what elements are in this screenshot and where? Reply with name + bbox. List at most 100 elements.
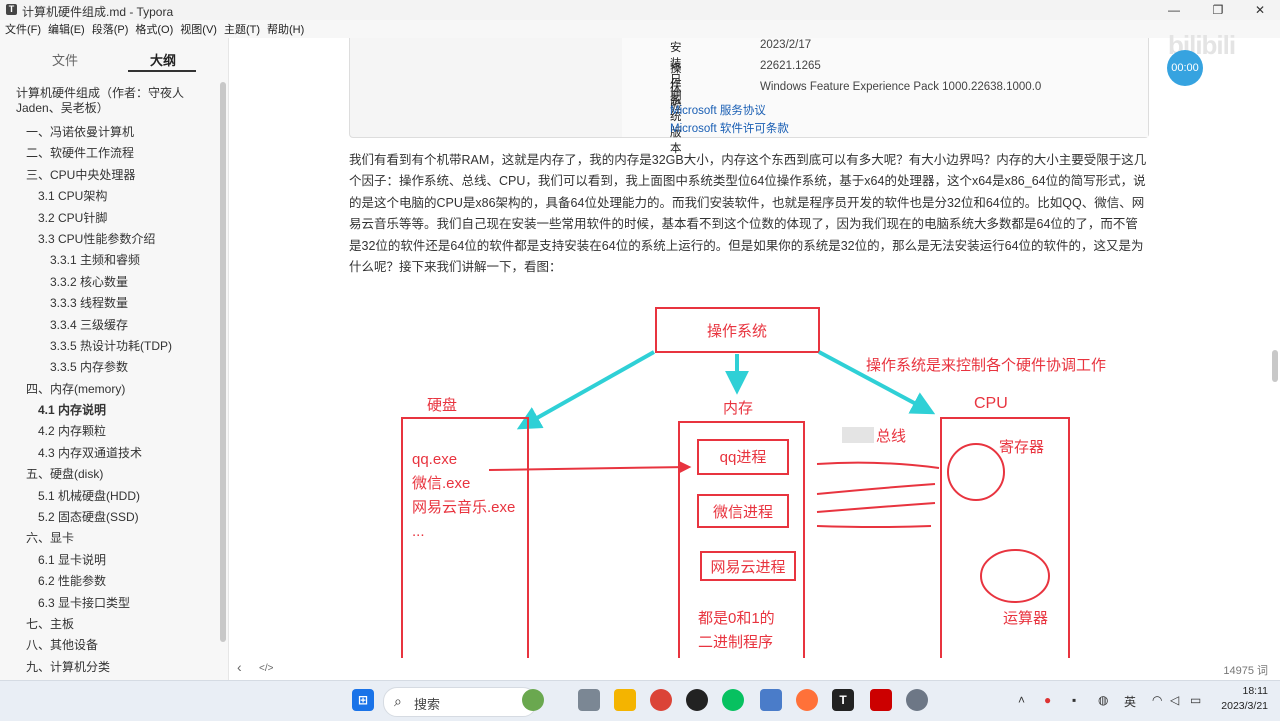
outline-item[interactable]: 6.1 显卡说明: [0, 550, 218, 571]
active-tab-underline: [128, 70, 196, 72]
video-timer-badge[interactable]: 00:00: [1167, 50, 1203, 86]
bus-line: [816, 525, 932, 528]
memory-label: 内存: [723, 400, 753, 417]
service-agreement-link[interactable]: Microsoft 服务协议: [670, 102, 766, 118]
outline-item[interactable]: 3.3.3 线程数量: [0, 293, 218, 314]
clock-time: 18:11: [1242, 685, 1269, 697]
volume-icon[interactable]: ◁: [1170, 693, 1179, 707]
outline-item[interactable]: 3.3 CPU性能参数介绍: [0, 229, 218, 250]
outline-item[interactable]: 九、计算机分类: [0, 657, 218, 678]
license-terms-link[interactable]: Microsoft 软件许可条款: [670, 120, 789, 136]
status-bar: ‹ </> 14975 词: [229, 658, 1280, 680]
firefox-icon[interactable]: [796, 689, 818, 711]
outline-item[interactable]: 5.1 机械硬盘(HDD): [0, 486, 218, 507]
menu-bar: 文件(F) 编辑(E) 段落(P) 格式(O) 视图(V) 主题(T) 帮助(H): [0, 20, 1280, 38]
title-bar: T 计算机硬件组成.md - Typora — ❐ ✕: [0, 0, 1280, 20]
binary-note-line1: 都是0和1的: [698, 610, 775, 627]
bus-label-highlight: [842, 427, 874, 443]
tab-files[interactable]: 文件: [52, 50, 78, 69]
qq-icon[interactable]: [686, 689, 708, 711]
chevron-up-icon[interactable]: ˄: [1018, 693, 1025, 707]
menu-item[interactable]: 主题(T): [219, 21, 262, 39]
process-netease: 网易云进程: [710, 559, 785, 576]
close-button[interactable]: ✕: [1240, 0, 1280, 20]
alu-circle: [980, 549, 1050, 603]
cpu-box: [940, 417, 1070, 680]
register-label: 寄存器: [999, 438, 1044, 456]
system-info-screenshot: 安装日期 2023/2/17 操作系统版本 22621.1265 体验 Wind…: [349, 38, 1149, 155]
file-wechat: 微信.exe: [412, 475, 470, 492]
input-language[interactable]: 英: [1124, 693, 1136, 710]
outline-item[interactable]: 4.1 内存说明: [0, 400, 218, 421]
outline-item[interactable]: 二、软硬件工作流程: [0, 143, 218, 164]
taskbar-clock[interactable]: 18:11 2023/3/21: [1212, 684, 1268, 714]
typora-taskbar-icon[interactable]: T: [832, 689, 854, 711]
word-count[interactable]: 14975 词: [1223, 662, 1268, 678]
chrome-icon[interactable]: [650, 689, 672, 711]
editor-scrollbar[interactable]: [1272, 350, 1278, 382]
tab-outline[interactable]: 大纲: [150, 50, 176, 69]
outline-item[interactable]: 八、其他设备: [0, 635, 218, 656]
wifi-icon[interactable]: ◠: [1152, 693, 1162, 707]
menu-item[interactable]: 帮助(H): [262, 21, 306, 39]
back-icon[interactable]: ‹: [237, 659, 242, 675]
menu-item[interactable]: 视图(V): [175, 21, 219, 39]
outline-item[interactable]: 计算机硬件组成（作者：守夜人Jaden、吴老板）: [0, 86, 218, 122]
bus-line: [816, 483, 936, 495]
bus-line: [816, 461, 940, 469]
bus-label: 总线: [876, 428, 906, 445]
minimize-button[interactable]: —: [1154, 0, 1194, 20]
os-to-disk-arrow: [516, 350, 655, 430]
outline-item[interactable]: 3.2 CPU针脚: [0, 208, 218, 229]
search-label: 搜索: [414, 697, 441, 712]
outline-item[interactable]: 3.3.4 三级缓存: [0, 315, 218, 336]
menu-item[interactable]: 文件(F): [0, 21, 43, 39]
menu-item[interactable]: 段落(P): [87, 21, 131, 39]
outline-list: 计算机硬件组成（作者：守夜人Jaden、吴老板） 一、冯诺依曼计算机 二、软硬件工作…: [0, 86, 218, 678]
source-code-icon[interactable]: </>: [259, 663, 273, 674]
outline-item[interactable]: 三、CPU中央处理器: [0, 165, 218, 186]
outline-item[interactable]: 一、冯诺依曼计算机: [0, 122, 218, 143]
outline-item[interactable]: 4.2 内存颗粒: [0, 421, 218, 442]
menu-item[interactable]: 格式(O): [130, 21, 175, 39]
register-circle: [947, 443, 1005, 501]
windows-start-icon[interactable]: ⊞: [352, 689, 374, 711]
outline-item[interactable]: 3.3.1 主频和睿频: [0, 250, 218, 271]
memory-diagram: 操作系统 操作系统是来控制各个硬件协调工作 硬盘 qq.exe 微信.exe 网…: [401, 307, 1106, 680]
outline-item[interactable]: 六、显卡: [0, 528, 218, 549]
file-explorer-icon[interactable]: [614, 689, 636, 711]
taskbar-search[interactable]: ⌕ 搜索: [383, 687, 537, 717]
os-note: 操作系统是来控制各个硬件协调工作: [866, 357, 1106, 374]
outline-item[interactable]: 3.3.5 内存参数: [0, 357, 218, 378]
body-paragraph: 我们有看到有个机带RAM，这就是内存了，我的内存是32GB大小，内存这个东西到底…: [349, 153, 1147, 275]
pdf-reader-icon[interactable]: [870, 689, 892, 711]
outline-item[interactable]: 四、内存(memory): [0, 379, 218, 400]
outline-item[interactable]: 七、主板: [0, 614, 218, 635]
task-view-icon[interactable]: [578, 689, 600, 711]
outline-item[interactable]: 4.3 内存双通道技术: [0, 443, 218, 464]
menu-item[interactable]: 编辑(E): [43, 21, 87, 39]
outline-item[interactable]: 6.3 显卡接口类型: [0, 593, 218, 614]
sidebar-scrollbar[interactable]: [220, 82, 226, 642]
microphone-icon[interactable]: ◍: [1098, 693, 1108, 707]
restore-button[interactable]: ❐: [1198, 0, 1238, 20]
outline-item[interactable]: 3.3.5 热设计功耗(TDP): [0, 336, 218, 357]
outline-item[interactable]: 五、硬盘(disk): [0, 464, 218, 485]
widgets-icon[interactable]: [522, 689, 544, 711]
alu-label: 运算器: [1003, 609, 1048, 627]
wechat-icon[interactable]: [722, 689, 744, 711]
outline-item[interactable]: 5.2 固态硬盘(SSD): [0, 507, 218, 528]
outline-item[interactable]: 3.3.2 核心数量: [0, 272, 218, 293]
bus-line: [816, 502, 936, 513]
os-label: 操作系统: [707, 323, 767, 340]
tray-app-icon[interactable]: ▪: [1072, 693, 1076, 707]
settings-gear-icon[interactable]: [906, 689, 928, 711]
window-title: 计算机硬件组成.md - Typora: [22, 5, 174, 19]
vscode-icon[interactable]: [760, 689, 782, 711]
sidebar: 文件 大纲 计算机硬件组成（作者：守夜人Jaden、吴老板） 一、冯诺依曼计算机二…: [0, 38, 229, 680]
battery-icon[interactable]: ▭: [1190, 693, 1201, 707]
outline-item[interactable]: 6.2 性能参数: [0, 571, 218, 592]
outline-item[interactable]: 3.1 CPU架构: [0, 186, 218, 207]
tray-app-icon[interactable]: ●: [1044, 693, 1051, 707]
info-value: 22621.1265: [760, 60, 821, 72]
